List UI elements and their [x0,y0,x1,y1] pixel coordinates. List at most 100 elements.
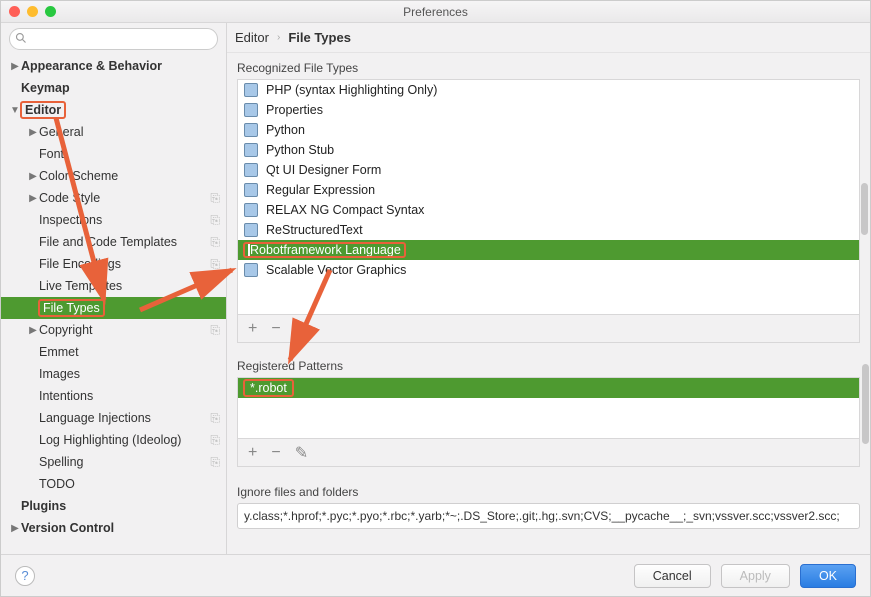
list-item-label: PHP (syntax Highlighting Only) [266,83,437,97]
sidebar-item-label: File Encodings [39,257,206,271]
sidebar-item-intentions[interactable]: Intentions [1,385,226,407]
sidebar-item-color-scheme[interactable]: ▶Color Scheme [1,165,226,187]
disclosure-icon[interactable]: ▶ [27,171,39,182]
list-item-label: RELAX NG Compact Syntax [266,203,424,217]
sidebar-item-live-templates[interactable]: Live Templates [1,275,226,297]
ignore-input[interactable] [237,503,860,529]
list-item[interactable]: Robotframework Language [238,240,859,260]
file-icon [244,203,258,217]
edit-button[interactable]: ✎ [295,319,308,339]
sidebar-item-log-highlighting-ideolog-[interactable]: Log Highlighting (Ideolog) ⎘ [1,429,226,451]
sidebar-item-label: Log Highlighting (Ideolog) [39,433,206,447]
file-icon [244,103,258,117]
sidebar-item-font[interactable]: Font [1,143,226,165]
sidebar-item-copyright[interactable]: ▶Copyright⎘ [1,319,226,341]
breadcrumb: Editor › File Types [227,23,870,53]
remove-button[interactable]: − [271,320,280,338]
sidebar-item-todo[interactable]: TODO [1,473,226,495]
disclosure-icon[interactable]: ▶ [9,61,21,72]
list-item[interactable]: ReStructuredText [238,220,859,240]
sidebar-item-label: Code Style [39,191,206,205]
list-item[interactable]: Scalable Vector Graphics [238,260,859,280]
list-item[interactable]: Qt UI Designer Form [238,160,859,180]
disclosure-icon[interactable]: ▶ [9,523,21,534]
sidebar-item-code-style[interactable]: ▶Code Style⎘ [1,187,226,209]
sidebar-item-label: Color Scheme [39,169,220,183]
disclosure-icon[interactable]: ▶ [27,127,39,138]
pattern-item[interactable]: *.robot [238,378,859,398]
list-item[interactable]: Regular Expression [238,180,859,200]
cancel-button[interactable]: Cancel [634,564,711,588]
list-item[interactable]: RELAX NG Compact Syntax [238,200,859,220]
breadcrumb-leaf: File Types [288,30,351,45]
sidebar-item-keymap[interactable]: Keymap [1,77,226,99]
highlight-outline: File Types [39,300,104,316]
sidebar-item-language-injections[interactable]: Language Injections⎘ [1,407,226,429]
search-input[interactable] [9,28,218,50]
sidebar-item-label: Copyright [39,323,206,337]
list-item[interactable]: Python [238,120,859,140]
list-item-label: Robotframework Language [250,243,401,257]
list-item[interactable]: Python Stub [238,140,859,160]
sidebar-item-appearance-behavior[interactable]: ▶Appearance & Behavior [1,55,226,77]
edit-button[interactable]: ✎ [295,443,308,463]
pattern-toolbar: + − ✎ [237,439,860,467]
add-button[interactable]: + [248,320,257,338]
sidebar-item-plugins[interactable]: Plugins [1,495,226,517]
pattern-list[interactable]: *.robot [237,377,860,439]
sidebar-item-label: Appearance & Behavior [21,59,220,73]
help-button[interactable]: ? [15,566,35,586]
sidebar-item-file-encodings[interactable]: File Encodings ⎘ [1,253,226,275]
sidebar-item-spelling[interactable]: Spelling⎘ [1,451,226,473]
sidebar-item-label: Plugins [21,499,220,513]
file-icon [244,163,258,177]
scope-icon: ⎘ [210,257,220,272]
scope-icon: ⎘ [210,433,220,448]
patterns-label: Registered Patterns [237,359,860,373]
sidebar-item-version-control[interactable]: ▶Version Control [1,517,226,539]
sidebar-item-label: File and Code Templates [39,235,206,249]
sidebar-item-editor[interactable]: ▼ Editor [1,99,226,121]
filetype-list[interactable]: PHP (syntax Highlighting Only) Properties… [237,79,860,315]
highlight-outline: Robotframework Language [244,243,405,257]
add-button[interactable]: + [248,444,257,462]
list-item-label: ReStructuredText [266,223,363,237]
list-item-label: Qt UI Designer Form [266,163,381,177]
file-icon [244,123,258,137]
scope-icon: ⎘ [210,411,220,426]
sidebar-item-images[interactable]: Images [1,363,226,385]
body: ▶Appearance & BehaviorKeymap▼Editor▶Gene… [1,23,870,554]
ignore-label: Ignore files and folders [237,485,860,499]
list-item-label: Python [266,123,305,137]
recognized-label: Recognized File Types [237,61,860,75]
apply-button[interactable]: Apply [721,564,790,588]
sidebar-item-file-and-code-templates[interactable]: File and Code Templates ⎘ [1,231,226,253]
sidebar-item-inspections[interactable]: Inspections⎘ [1,209,226,231]
breadcrumb-root[interactable]: Editor [235,30,269,45]
sidebar-item-general[interactable]: ▶General [1,121,226,143]
sidebar-item-label: Version Control [21,521,220,535]
sidebar: ▶Appearance & BehaviorKeymap▼Editor▶Gene… [1,23,227,554]
file-icon [244,143,258,157]
settings-tree[interactable]: ▶Appearance & BehaviorKeymap▼Editor▶Gene… [1,55,226,554]
sidebar-item-label: Keymap [21,81,220,95]
disclosure-icon[interactable]: ▶ [27,193,39,204]
highlight-outline: *.robot [244,380,293,396]
sidebar-item-file-types[interactable]: File Types [1,297,226,319]
list-item[interactable]: Properties [238,100,859,120]
highlight-outline: Editor [21,102,65,118]
file-icon [244,83,258,97]
remove-button[interactable]: − [271,444,280,462]
sidebar-item-emmet[interactable]: Emmet [1,341,226,363]
list-item-label: Python Stub [266,143,334,157]
sidebar-item-label: Editor [25,103,61,117]
list-item[interactable]: PHP (syntax Highlighting Only) [238,80,859,100]
sidebar-item-label: Spelling [39,455,206,469]
sidebar-item-label: Intentions [39,389,220,403]
disclosure-icon[interactable]: ▼ [9,105,21,116]
list-item-label: Scalable Vector Graphics [266,263,406,277]
scope-icon: ⎘ [210,235,220,250]
ok-button[interactable]: OK [800,564,856,588]
list-item-label: Properties [266,103,323,117]
disclosure-icon[interactable]: ▶ [27,325,39,336]
